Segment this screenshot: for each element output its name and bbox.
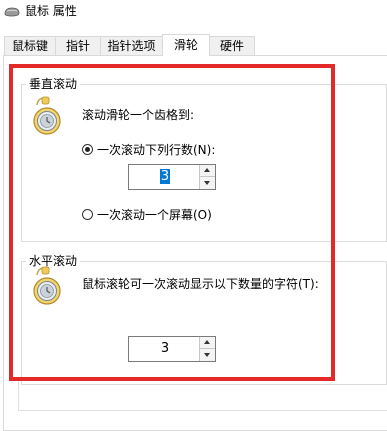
lines-radio[interactable] [82, 144, 93, 155]
tab-wheel[interactable]: 滑轮 [162, 34, 210, 56]
tab-label: 硬件 [219, 39, 244, 53]
chars-spin-buttons [199, 337, 215, 361]
mouse-wheel-icon [33, 266, 61, 305]
lines-decrement-button[interactable] [200, 177, 215, 189]
vertical-scrolling-label: 垂直滚动 [26, 77, 81, 91]
lines-spin-buttons [199, 165, 215, 189]
title-bar: 鼠标 属性 [0, 0, 387, 24]
tab-label: 指针 [65, 39, 90, 53]
arrow-up-icon [204, 340, 210, 344]
tab-label: 滑轮 [173, 38, 198, 52]
panel-edge [18, 380, 19, 411]
tab-label: 鼠标键 [11, 39, 48, 53]
tab-mouse-buttons[interactable]: 鼠标键 [4, 36, 56, 55]
window-title: 鼠标 属性 [25, 4, 77, 18]
tab-pointer-options[interactable]: 指针选项 [100, 36, 163, 55]
mouse-wheel-icon [33, 96, 61, 135]
lines-increment-button[interactable] [200, 165, 215, 177]
chars-value[interactable]: 3 [161, 341, 169, 356]
lines-spinbox[interactable]: 3 [128, 164, 216, 190]
tab-label: 指针选项 [107, 39, 156, 53]
screen-radio[interactable] [82, 209, 93, 220]
arrow-up-icon [204, 168, 210, 172]
vertical-description: 滚动滑轮一个齿格到: [82, 108, 195, 122]
arrow-down-icon [204, 353, 210, 357]
tab-pointers[interactable]: 指针 [55, 36, 101, 55]
screen-radio-label[interactable]: 一次滚动一个屏幕(O) [97, 208, 212, 222]
tab-strip: 鼠标键 指针 指针选项 滑轮 硬件 [0, 34, 387, 56]
lines-input[interactable]: 3 [129, 165, 201, 189]
chars-increment-button[interactable] [200, 337, 215, 349]
arrow-down-icon [204, 181, 210, 185]
chars-spinbox[interactable]: 3 [128, 336, 216, 362]
lines-radio-label[interactable]: 一次滚动下列行数(N): [97, 143, 215, 157]
lines-value[interactable]: 3 [159, 169, 171, 184]
chars-input[interactable]: 3 [129, 337, 201, 361]
tab-hardware[interactable]: 硬件 [209, 36, 255, 55]
panel-edge [18, 410, 387, 411]
mouse-icon [4, 7, 20, 17]
chars-decrement-button[interactable] [200, 349, 215, 361]
horizontal-description: 鼠标滚轮可一次滚动显示以下数量的字符(T): [82, 277, 319, 291]
